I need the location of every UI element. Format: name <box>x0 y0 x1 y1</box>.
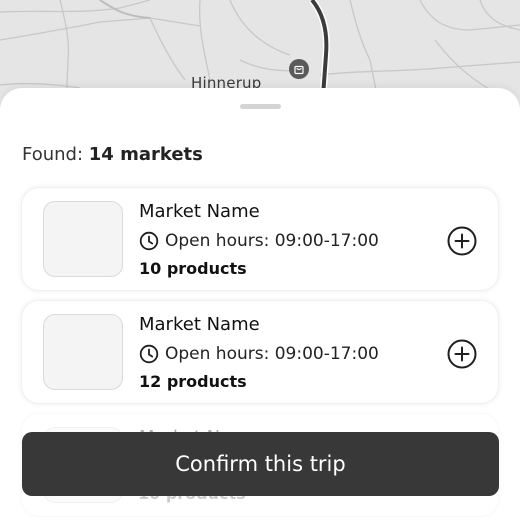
market-name: Market Name <box>139 314 260 335</box>
found-prefix: Found: <box>22 144 84 165</box>
sheet-drag-handle[interactable] <box>240 104 281 109</box>
market-card[interactable]: Market Name Open hours: 09:00-17:00 10 p… <box>21 187 499 291</box>
add-circle-icon <box>447 339 477 369</box>
market-name: Market Name <box>139 201 260 222</box>
market-product-count: 12 products <box>139 372 247 391</box>
markets-bottom-sheet: Found: 14 markets Market Name Open hours… <box>0 88 520 520</box>
clock-icon <box>139 231 159 251</box>
clock-icon <box>139 344 159 364</box>
found-count: 14 markets <box>88 144 203 165</box>
add-circle-icon <box>447 226 477 256</box>
add-market-button[interactable] <box>446 225 478 257</box>
market-product-count: 10 products <box>139 259 247 278</box>
market-hours: Open hours: 09:00-17:00 <box>139 344 379 364</box>
market-hours-text: Open hours: 09:00-17:00 <box>165 231 379 251</box>
market-hours-text: Open hours: 09:00-17:00 <box>165 344 379 364</box>
market-map-marker[interactable] <box>289 59 309 79</box>
market-hours: Open hours: 09:00-17:00 <box>139 231 379 251</box>
found-summary: Found: 14 markets <box>22 144 203 165</box>
market-thumbnail <box>43 201 123 277</box>
market-card[interactable]: Market Name Open hours: 09:00-17:00 12 p… <box>21 300 499 404</box>
shopping-bag-icon <box>294 65 304 75</box>
confirm-trip-button[interactable]: Confirm this trip <box>22 432 499 496</box>
add-market-button[interactable] <box>446 338 478 370</box>
market-thumbnail <box>43 314 123 390</box>
